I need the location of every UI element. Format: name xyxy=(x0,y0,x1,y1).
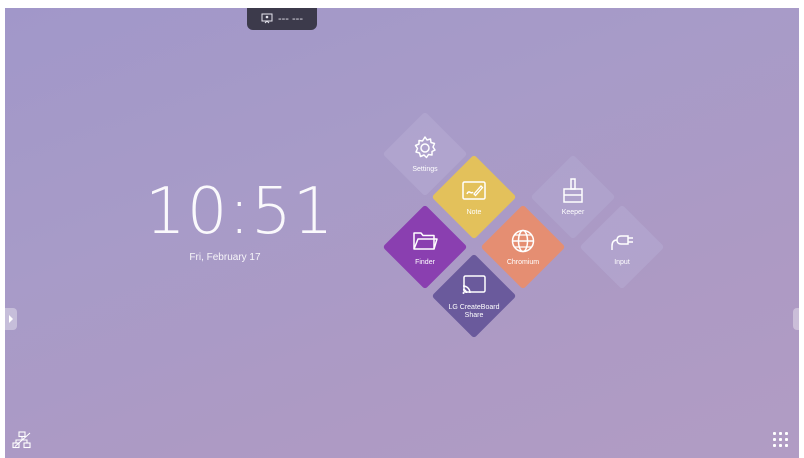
broom-icon xyxy=(563,178,583,203)
apps-grid-dot xyxy=(779,438,782,441)
tile-createboard-share-label: LG CreateBoard Share xyxy=(448,303,500,319)
tile-chromium-label: Chromium xyxy=(506,258,540,266)
top-status-text: --- --- xyxy=(277,13,304,25)
gear-icon xyxy=(414,136,436,159)
clock-time: 10:51 xyxy=(145,175,335,249)
screen-cast-icon xyxy=(462,274,486,294)
tile-finder-label: Finder xyxy=(415,258,435,266)
folder-icon xyxy=(413,232,438,250)
right-side-handle[interactable] xyxy=(793,308,799,330)
chevron-right-icon xyxy=(9,315,13,323)
home-screen: --- --- 10:51 Fri, February 17 Settings … xyxy=(5,8,799,458)
apps-grid-dot xyxy=(773,438,776,441)
apps-grid-dot xyxy=(779,432,782,435)
tile-input-label: Input xyxy=(614,258,630,266)
apps-grid-dot xyxy=(773,444,776,447)
apps-grid-icon[interactable] xyxy=(773,432,789,448)
globe-icon xyxy=(511,229,535,253)
tile-keeper-label: Keeper xyxy=(561,208,585,216)
apps-grid-dot xyxy=(785,438,788,441)
apps-grid-dot xyxy=(779,444,782,447)
apps-grid-dot xyxy=(785,444,788,447)
network-icon[interactable] xyxy=(12,431,32,449)
plug-icon xyxy=(611,235,633,250)
presenter-icon xyxy=(261,13,273,24)
left-side-handle[interactable] xyxy=(5,308,17,330)
apps-grid-dot xyxy=(785,432,788,435)
tile-note-label: Note xyxy=(466,208,482,216)
clock-date: Fri, February 17 xyxy=(189,252,261,263)
apps-grid-dot xyxy=(773,432,776,435)
note-pen-icon xyxy=(462,181,486,200)
top-status-pill[interactable]: --- --- xyxy=(247,8,317,30)
tile-settings-label: Settings xyxy=(412,165,438,173)
